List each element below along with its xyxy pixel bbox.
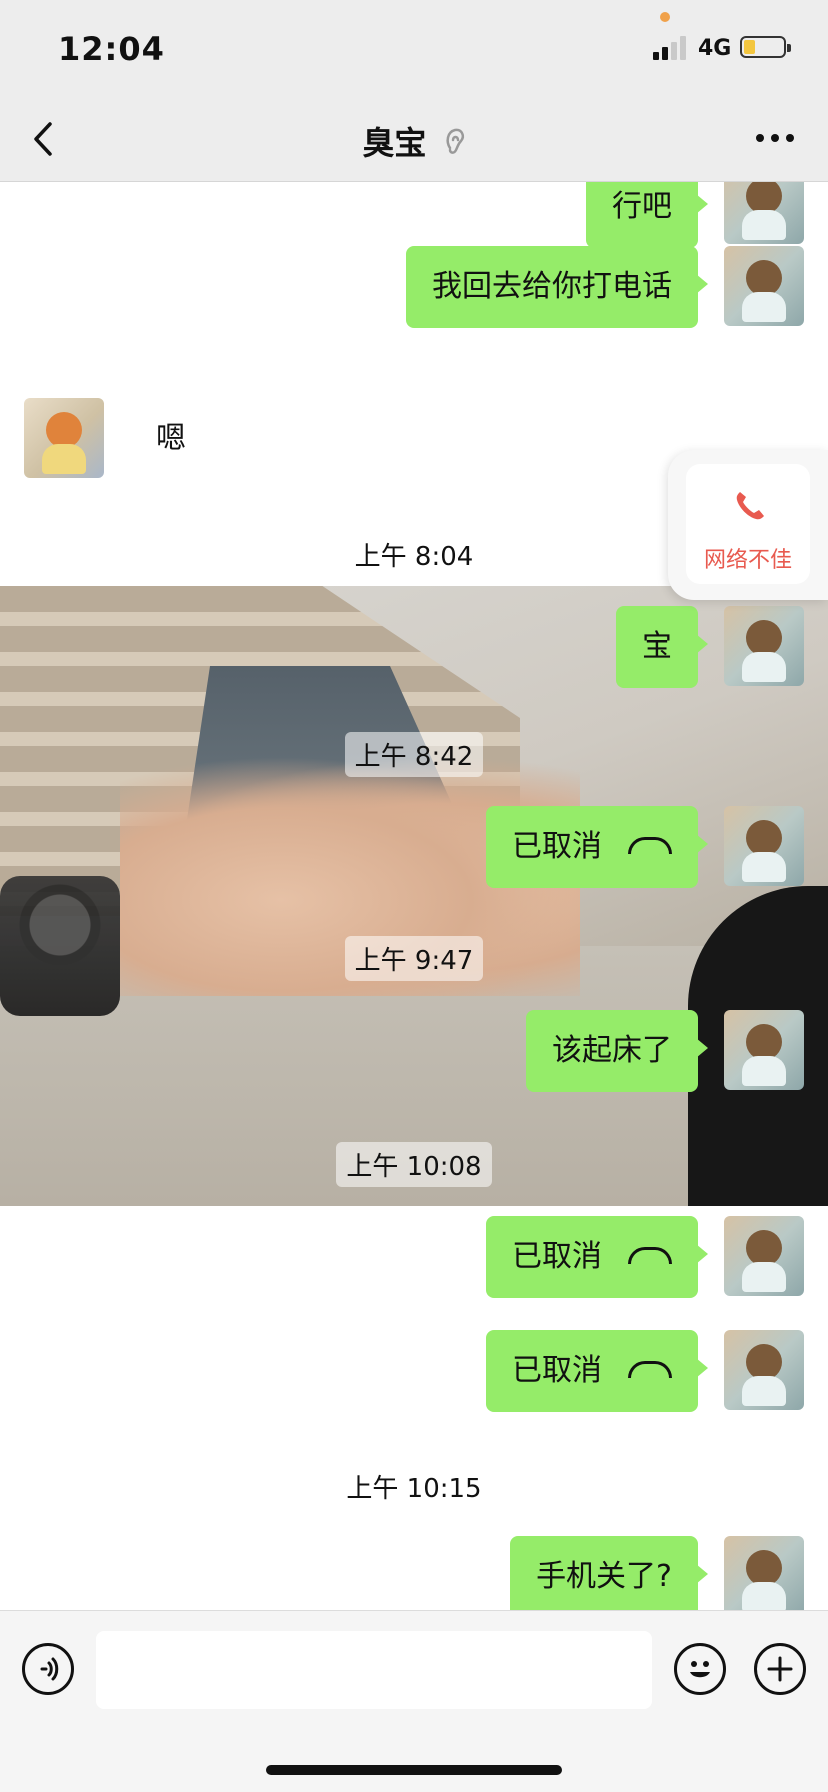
timestamp-label: 上午 10:15 <box>336 1464 492 1509</box>
my-avatar[interactable] <box>724 606 804 686</box>
plus-button[interactable] <box>754 1643 806 1695</box>
network-type: 4G <box>698 36 732 61</box>
my-avatar[interactable] <box>724 1010 804 1090</box>
phone-hangup-icon <box>628 1247 672 1264</box>
contact-avatar[interactable] <box>24 398 104 478</box>
phone-icon <box>736 492 764 520</box>
my-avatar[interactable] <box>724 182 804 244</box>
timestamp: 上午 8:42 <box>0 732 828 777</box>
timestamp: 上午 10:15 <box>0 1464 828 1509</box>
message-bubble[interactable]: 宝 <box>616 606 708 688</box>
message-row: 我回去给你打电话 <box>0 246 828 328</box>
message-row: 已取消 <box>0 806 828 888</box>
call-status-text: 已取消 <box>512 1239 602 1274</box>
message-row: 已取消 <box>0 1216 828 1298</box>
message-row: 手机关了? <box>0 1536 828 1610</box>
call-record-bubble[interactable]: 已取消 <box>486 1216 708 1298</box>
call-status-text: 已取消 <box>512 829 602 864</box>
chat-title-container: 臭宝 <box>0 118 828 164</box>
message-bubble[interactable]: 嗯 <box>130 398 212 480</box>
emoji-button[interactable] <box>674 1643 726 1695</box>
status-bar: 12:04 4G <box>0 0 828 96</box>
message-bubble[interactable]: 我回去给你打电话 <box>406 246 708 328</box>
call-network-status: 网络不佳 <box>703 548 792 573</box>
my-avatar[interactable] <box>724 1536 804 1610</box>
floating-call-card[interactable]: 网络不佳 <box>686 464 810 584</box>
battery-fill <box>744 40 755 54</box>
phone-hangup-icon <box>628 837 672 854</box>
status-time: 12:04 <box>58 30 165 68</box>
message-bubble[interactable]: 手机关了? <box>510 1536 708 1610</box>
message-row: 行吧 <box>0 182 828 248</box>
message-row: 该起床了 <box>0 1010 828 1092</box>
battery-icon <box>740 36 791 58</box>
chat-header: 臭宝 <box>0 96 828 182</box>
timestamp-label: 上午 8:04 <box>344 532 484 577</box>
message-row: 宝 <box>0 606 828 688</box>
voice-button[interactable] <box>22 1643 74 1695</box>
home-indicator <box>266 1765 562 1775</box>
my-avatar[interactable] <box>724 806 804 886</box>
message-bubble[interactable]: 该起床了 <box>526 1010 708 1092</box>
chat-area[interactable]: 行吧 我回去给你打电话 嗯 上午 8:04 宝 上午 8:42 已取消 上午 9… <box>0 182 828 1610</box>
privacy-indicator-dot <box>660 12 670 22</box>
plus-icon <box>767 1656 793 1682</box>
input-bar <box>0 1610 828 1792</box>
signal-icon <box>653 36 689 60</box>
phone-hangup-icon <box>628 1361 672 1378</box>
voice-icon <box>40 1657 59 1681</box>
floating-call-window[interactable]: 网络不佳 <box>668 450 828 600</box>
message-input[interactable] <box>96 1631 652 1709</box>
timestamp: 上午 9:47 <box>0 936 828 981</box>
ear-icon <box>444 126 466 164</box>
emoji-icon <box>690 1661 710 1678</box>
my-avatar[interactable] <box>724 1216 804 1296</box>
call-record-bubble[interactable]: 已取消 <box>486 1330 708 1412</box>
more-button[interactable] <box>756 134 796 144</box>
chat-title: 臭宝 <box>362 124 427 162</box>
timestamp-label: 上午 9:47 <box>344 936 484 981</box>
call-status-text: 已取消 <box>512 1353 602 1388</box>
my-avatar[interactable] <box>724 1330 804 1410</box>
timestamp-label: 上午 8:42 <box>344 732 484 777</box>
call-record-bubble[interactable]: 已取消 <box>486 806 708 888</box>
timestamp-label: 上午 10:08 <box>336 1142 492 1187</box>
timestamp: 上午 10:08 <box>0 1142 828 1187</box>
message-row: 已取消 <box>0 1330 828 1412</box>
message-bubble[interactable]: 行吧 <box>586 182 708 248</box>
my-avatar[interactable] <box>724 246 804 326</box>
